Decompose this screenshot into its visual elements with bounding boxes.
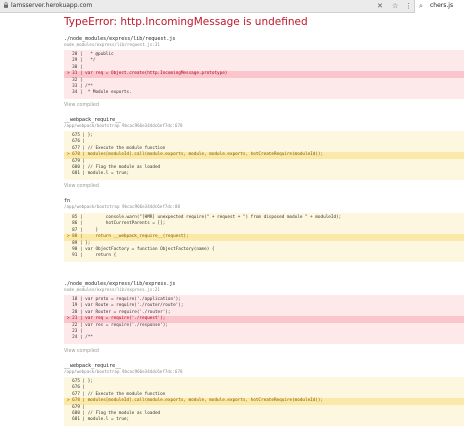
code-block: 85 | console.warn("[HMR] unexpected requ… xyxy=(64,213,464,262)
code-line: 681 | module.l = true; xyxy=(67,171,130,177)
frame-location: node_modules/express/lib/express.js:21 xyxy=(64,287,160,292)
code-block: 675 | }; 676 | 677 | // Execute the modu… xyxy=(64,131,464,180)
search-icon: ⌕ xyxy=(419,2,423,10)
error-overlay: TypeError: http.IncomingMessage is undef… xyxy=(0,13,474,436)
view-compiled-link[interactable]: View compiled xyxy=(64,103,99,109)
code-line: 24 | /** xyxy=(67,335,93,341)
stack-frame-header: ./node_modules/express/lib/request.js no… xyxy=(64,36,175,48)
find-bar[interactable]: ⌕ chers.js xyxy=(414,0,474,13)
close-icon[interactable]: ✕ xyxy=(377,1,383,11)
code-line: 681 | module.l = true; xyxy=(67,417,130,423)
stack-frame-header: __webpack_require__ /app/webpack/bootstr… xyxy=(64,363,183,375)
stack-frame-header: ./node_modules/express/lib/express.js no… xyxy=(64,281,175,293)
menu-icon[interactable]: ⋮ xyxy=(405,1,412,11)
stack-frame-header: __webpack_require__ /app/webpack/bootstr… xyxy=(64,117,183,129)
lock-icon xyxy=(4,2,8,8)
address-bar[interactable]: lamsserver.herokuapp.com xyxy=(3,1,92,11)
frame-location: /app/webpack/bootstrap 9bcac966e344dc6ef… xyxy=(64,204,180,209)
code-block: 675 | }; 676 | 677 | // Execute the modu… xyxy=(64,377,464,426)
view-compiled-link[interactable]: View compiled xyxy=(64,184,99,190)
browser-toolbar: lamsserver.herokuapp.com ✕ ☆ ⋮ ⌕ chers.j… xyxy=(0,0,474,13)
view-compiled-link[interactable]: View compiled xyxy=(64,349,99,355)
find-input[interactable]: chers.js xyxy=(430,1,453,11)
frame-location: node_modules/express/lib/request.js:31 xyxy=(64,42,160,47)
frame-location: /app/webpack/bootstrap 9bcac966e344dc6ef… xyxy=(64,123,183,128)
stack-frame-header: fn /app/webpack/bootstrap 9bcac966e344dc… xyxy=(64,198,180,210)
frame-location: /app/webpack/bootstrap 9bcac966e344dc6ef… xyxy=(64,369,183,374)
code-block: 18 | var proto = require('./application'… xyxy=(64,295,464,344)
code-block: 28 | * @public 29 | */ 30 | > 31 | var r… xyxy=(64,50,464,99)
code-line: 91 | return { xyxy=(67,253,117,259)
code-line: 34 | * Module exports. xyxy=(67,90,132,96)
url-text: lamsserver.herokuapp.com xyxy=(11,2,93,9)
error-title: TypeError: http.IncomingMessage is undef… xyxy=(64,16,308,28)
star-icon[interactable]: ☆ xyxy=(392,1,398,11)
